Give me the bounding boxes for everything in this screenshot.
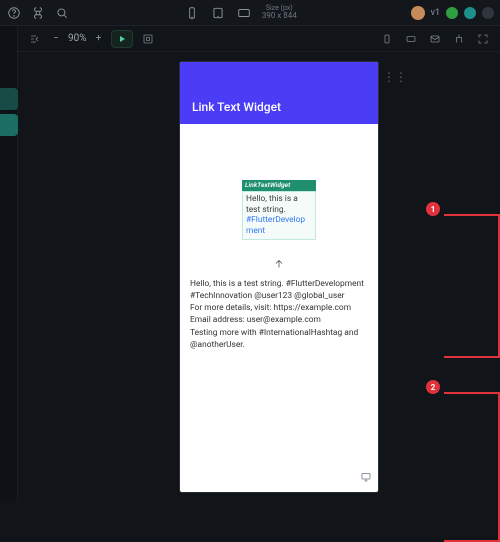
widget-hashtag-link[interactable]: #FlutterDevelopment [246, 215, 305, 236]
canvas-toolbar: − 90% + [18, 26, 500, 52]
zoom-control[interactable]: − 90% + [50, 33, 105, 44]
app-bar-title: Link Text Widget [192, 100, 281, 114]
paragraph-text: Hello, this is a test string. #FlutterDe… [190, 278, 368, 351]
phone-preview-icon[interactable] [378, 30, 396, 48]
play-button[interactable] [111, 30, 133, 48]
widget-content: Hello, this is a test string. #FlutterDe… [242, 191, 316, 240]
expand-icon[interactable] [474, 30, 492, 48]
widget-header: LinkTextWidget [242, 180, 316, 191]
device-phone-icon[interactable] [184, 5, 200, 21]
device-desktop-icon[interactable] [360, 471, 372, 486]
zoom-in-button[interactable]: + [93, 33, 105, 44]
presence-dot[interactable] [464, 7, 476, 19]
card-icon[interactable] [402, 30, 420, 48]
left-rail [0, 0, 18, 500]
annotation-box[interactable] [444, 214, 500, 358]
device-preview: Link Text Widget LinkTextWidget Hello, t… [180, 62, 378, 492]
app-bar: Link Text Widget [180, 62, 378, 124]
annotation-badge[interactable]: 2 [426, 380, 440, 394]
indent-icon[interactable] [26, 30, 44, 48]
presence-dot[interactable] [482, 7, 494, 19]
version-label: v1 [431, 8, 440, 18]
top-toolbar: Size (px) 390 x 844 v1 [0, 0, 500, 26]
drag-handle-icon[interactable]: ⋮⋮ [383, 70, 407, 84]
link-text-widget[interactable]: LinkTextWidget Hello, this is a test str… [242, 180, 316, 240]
mail-icon[interactable] [426, 30, 444, 48]
command-icon[interactable] [30, 5, 46, 21]
annotation-box[interactable] [444, 392, 500, 542]
settings-icon[interactable] [139, 30, 157, 48]
presence-dot[interactable] [446, 7, 458, 19]
search-icon[interactable] [54, 5, 70, 21]
arrow-up-icon [190, 258, 368, 270]
phone-body: LinkTextWidget Hello, this is a test str… [180, 124, 378, 361]
left-rail-tab[interactable] [0, 88, 18, 110]
annotation-badge[interactable]: 1 [426, 202, 440, 216]
widget-plain-text: Hello, this is a test string. [246, 194, 298, 215]
help-icon[interactable] [6, 5, 22, 21]
device-wide-icon[interactable] [236, 5, 252, 21]
zoom-out-button[interactable]: − [50, 33, 62, 44]
tree-icon[interactable] [450, 30, 468, 48]
avatar[interactable] [411, 6, 425, 20]
canvas-area[interactable]: Link Text Widget LinkTextWidget Hello, t… [18, 52, 500, 500]
canvas-size-label: Size (px) 390 x 844 [262, 5, 297, 20]
left-rail-tab[interactable] [0, 114, 18, 136]
device-tablet-icon[interactable] [210, 5, 226, 21]
zoom-value: 90% [68, 33, 87, 44]
